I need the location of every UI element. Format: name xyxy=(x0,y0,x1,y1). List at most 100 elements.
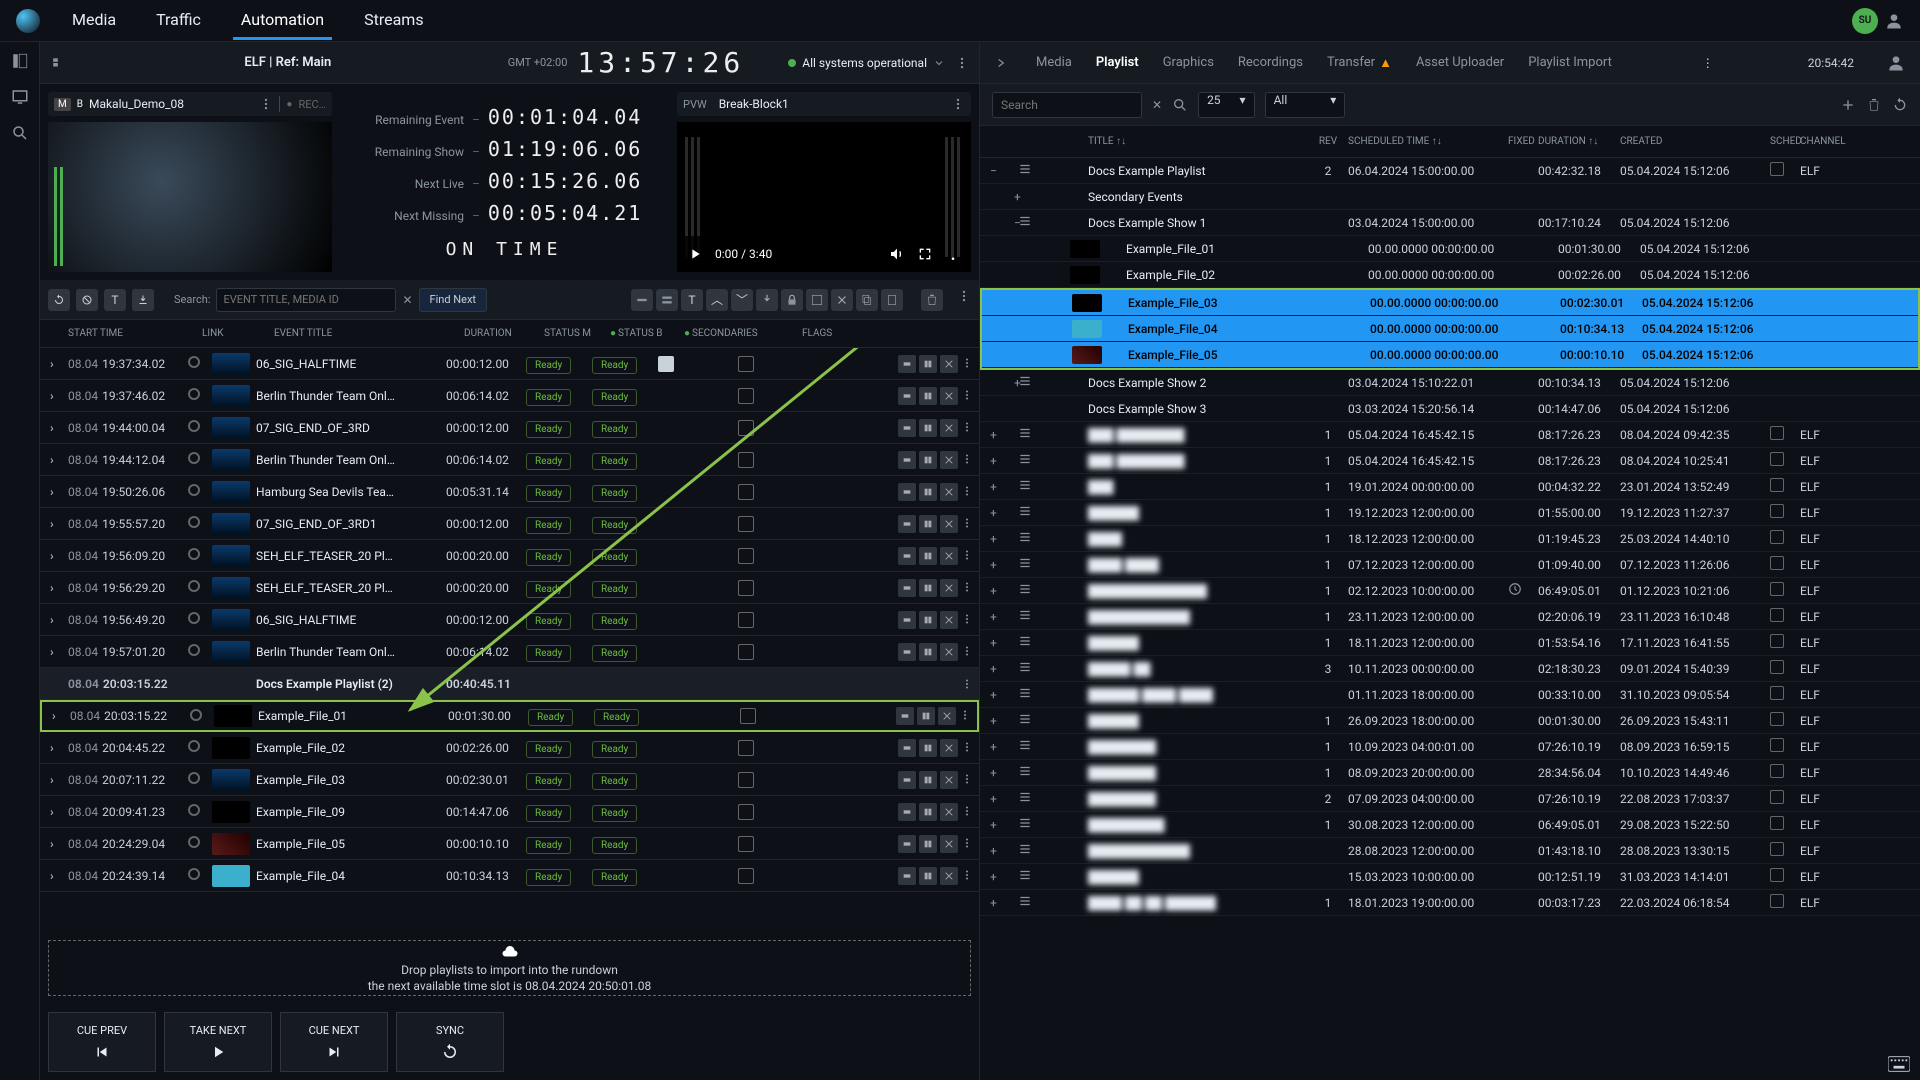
search-icon[interactable] xyxy=(11,124,29,142)
tool-icon-7[interactable] xyxy=(806,289,828,311)
user-menu-icon[interactable] xyxy=(1884,11,1904,31)
refresh-icon-right[interactable] xyxy=(1892,97,1908,113)
tool-lock-icon[interactable] xyxy=(781,289,803,311)
pcol-fixed[interactable]: FIXED xyxy=(1508,136,1538,147)
tool-delete-icon[interactable] xyxy=(921,289,943,311)
layout-icon[interactable] xyxy=(50,56,68,70)
playlist-row[interactable]: Docs Example Show 303.03.2024 15:20:56.1… xyxy=(980,396,1920,422)
playlist-row[interactable]: +██████████████102.12.2023 10:00:00.0006… xyxy=(980,578,1920,604)
volume-icon[interactable] xyxy=(889,246,905,262)
tool-clipboard-icon[interactable] xyxy=(881,289,903,311)
topnav-traffic[interactable]: Traffic xyxy=(148,2,209,40)
playlist-search-input[interactable] xyxy=(992,92,1142,118)
playlist-row[interactable]: +██████126.09.2023 18:00:00.0000:01:30.0… xyxy=(980,708,1920,734)
rundown-row[interactable]: ›08.0419:56:29.20SEH_ELF_TEASER_20 Pl…00… xyxy=(40,572,979,604)
rundown-row[interactable]: ›08.0419:55:57.2007_SIG_END_OF_3RD100:00… xyxy=(40,508,979,540)
rundown-row[interactable]: ›08.0419:57:01.20Berlin Thunder Team Onl… xyxy=(40,636,979,668)
col-status-b[interactable]: STATUS B xyxy=(618,328,684,339)
playlist-row[interactable]: +██████15.03.2023 10:00:00.0000:12:51.19… xyxy=(980,864,1920,890)
sync-button[interactable]: SYNC xyxy=(396,1012,504,1072)
topnav-streams[interactable]: Streams xyxy=(356,2,431,40)
playlist-row[interactable]: +████████████123.11.2023 12:00:00.0002:2… xyxy=(980,604,1920,630)
rundown-row[interactable]: ›08.0419:44:12.04Berlin Thunder Team Onl… xyxy=(40,444,979,476)
playlist-row[interactable]: −Docs Example Show 103.04.2024 15:00:00.… xyxy=(980,210,1920,236)
playlist-row[interactable]: +███ ████████105.04.2024 16:45:42.1508:1… xyxy=(980,422,1920,448)
user-avatar[interactable]: SU xyxy=(1852,8,1878,34)
search-input[interactable] xyxy=(216,288,396,312)
program-preview[interactable] xyxy=(48,122,332,272)
playlist-row[interactable]: −Docs Example Playlist206.04.2024 15:00:… xyxy=(980,158,1920,184)
tabs-scroll-icon[interactable] xyxy=(994,56,1008,70)
pcol-sched[interactable]: SCHED xyxy=(1770,136,1800,147)
col-secondaries[interactable]: SECONDARIES xyxy=(692,328,772,339)
text-icon[interactable]: T xyxy=(104,289,126,311)
toolbar-more-icon[interactable] xyxy=(957,289,971,303)
rundown-row[interactable]: ›08.0420:03:15.22Example_File_0100:01:30… xyxy=(40,700,979,732)
pcol-rev[interactable]: REV xyxy=(1308,136,1348,147)
system-status[interactable]: All systems operational xyxy=(788,56,945,70)
playlist-row[interactable]: +████████110.09.2023 04:00:01.0007:26:10… xyxy=(980,734,1920,760)
playlist-row[interactable]: Example_File_0400.00.0000 00:00:00.0000:… xyxy=(982,316,1918,342)
play-icon[interactable] xyxy=(687,246,703,262)
col-flags[interactable]: FLAGS xyxy=(802,328,882,339)
col-duration[interactable]: DURATION xyxy=(464,328,544,339)
tool-expand-down-icon[interactable]: ﹀ xyxy=(731,289,753,311)
keyboard-icon[interactable] xyxy=(1888,1056,1910,1072)
tool-icon-3[interactable]: T xyxy=(681,289,703,311)
playlist-row[interactable]: +█████ ██310.11.2023 00:00:00.0002:18:30… xyxy=(980,656,1920,682)
cue-prev-button[interactable]: CUE PREV xyxy=(48,1012,156,1072)
filter-select[interactable]: All ▾ xyxy=(1265,92,1346,118)
rundown-playlist-row[interactable]: 08.0420:03:15.22Docs Example Playlist (2… xyxy=(40,668,979,700)
preview-more-icon[interactable] xyxy=(951,97,965,111)
player-more-icon[interactable] xyxy=(945,246,961,262)
right-tab-playlist[interactable]: Playlist xyxy=(1096,55,1139,71)
right-tab-playlist-import[interactable]: Playlist Import xyxy=(1528,55,1612,71)
rundown-row[interactable]: ›08.0419:37:46.02Berlin Thunder Team Onl… xyxy=(40,380,979,412)
playlist-row[interactable]: +█████████130.08.2023 12:00:00.0006:49:0… xyxy=(980,812,1920,838)
right-user-icon[interactable] xyxy=(1886,53,1906,73)
playlist-search-clear-icon[interactable]: ✕ xyxy=(1152,98,1162,112)
take-next-button[interactable]: TAKE NEXT xyxy=(164,1012,272,1072)
pcol-channel[interactable]: CHANNEL xyxy=(1800,136,1860,147)
tool-copy-icon[interactable] xyxy=(856,289,878,311)
col-event-title[interactable]: EVENT TITLE xyxy=(274,328,464,339)
clear-search-icon[interactable]: ✕ xyxy=(402,293,412,307)
pcol-scheduled[interactable]: SCHEDULED TIME xyxy=(1348,136,1429,147)
tool-collapse-up-icon[interactable]: ︿ xyxy=(706,289,728,311)
right-tab-media[interactable]: Media xyxy=(1036,55,1072,71)
rundown-row[interactable]: ›08.0420:09:41.23Example_File_0900:14:47… xyxy=(40,796,979,828)
playlist-row[interactable]: +Docs Example Show 203.04.2024 15:10:22.… xyxy=(980,370,1920,396)
rundown-row[interactable]: ›08.0419:56:09.20SEH_ELF_TEASER_20 Pl…00… xyxy=(40,540,979,572)
playlist-row[interactable]: +████████207.09.2023 04:00:00.0007:26:10… xyxy=(980,786,1920,812)
pcol-duration[interactable]: DURATION xyxy=(1538,136,1586,147)
rundown-row[interactable]: ›08.0419:44:00.0407_SIG_END_OF_3RD00:00:… xyxy=(40,412,979,444)
rundown-row[interactable]: ›08.0420:24:29.04Example_File_0500:00:10… xyxy=(40,828,979,860)
playlist-row[interactable]: +████████108.09.2023 20:00:00.0028:34:56… xyxy=(980,760,1920,786)
preview-screen[interactable]: 0:00 / 3:40 xyxy=(677,122,971,272)
page-size-select[interactable]: 25 ▾ xyxy=(1198,92,1255,118)
block-icon-1[interactable] xyxy=(76,289,98,311)
delete-icon[interactable] xyxy=(1866,97,1882,113)
playlist-row[interactable]: +███ ████████105.04.2024 16:45:42.1508:1… xyxy=(980,448,1920,474)
playlist-row[interactable]: +████ ██ ██ ██████118.01.2023 19:00:00.0… xyxy=(980,890,1920,916)
tool-icon-8[interactable] xyxy=(831,289,853,311)
header-more-icon[interactable] xyxy=(955,56,969,70)
program-more-icon[interactable] xyxy=(259,97,273,111)
right-tab-transfer[interactable]: Transfer▲ xyxy=(1327,55,1392,71)
panel-toggle-icon[interactable] xyxy=(11,52,29,70)
monitor-icon[interactable] xyxy=(11,88,29,106)
pcol-title[interactable]: TITLE xyxy=(1088,136,1114,147)
fullscreen-icon[interactable] xyxy=(917,246,933,262)
tool-icon-1[interactable] xyxy=(631,289,653,311)
col-status-m[interactable]: STATUS M xyxy=(544,328,610,339)
pcol-created[interactable]: CREATED xyxy=(1620,136,1770,147)
playlist-row[interactable]: Example_File_0200.00.0000 00:00:00.0000:… xyxy=(980,262,1920,288)
add-icon[interactable] xyxy=(1840,97,1856,113)
right-tab-graphics[interactable]: Graphics xyxy=(1163,55,1214,71)
playlist-row[interactable]: +Secondary Events xyxy=(980,184,1920,210)
playlist-list[interactable]: −Docs Example Playlist206.04.2024 15:00:… xyxy=(980,158,1920,1080)
playlist-row[interactable]: Example_File_0100.00.0000 00:00:00.0000:… xyxy=(980,236,1920,262)
playlist-row[interactable]: +████118.12.2023 12:00:00.0001:19:45.232… xyxy=(980,526,1920,552)
playlist-row[interactable]: Example_File_0300.00.0000 00:00:00.0000:… xyxy=(982,290,1918,316)
tool-download-icon[interactable] xyxy=(756,289,778,311)
